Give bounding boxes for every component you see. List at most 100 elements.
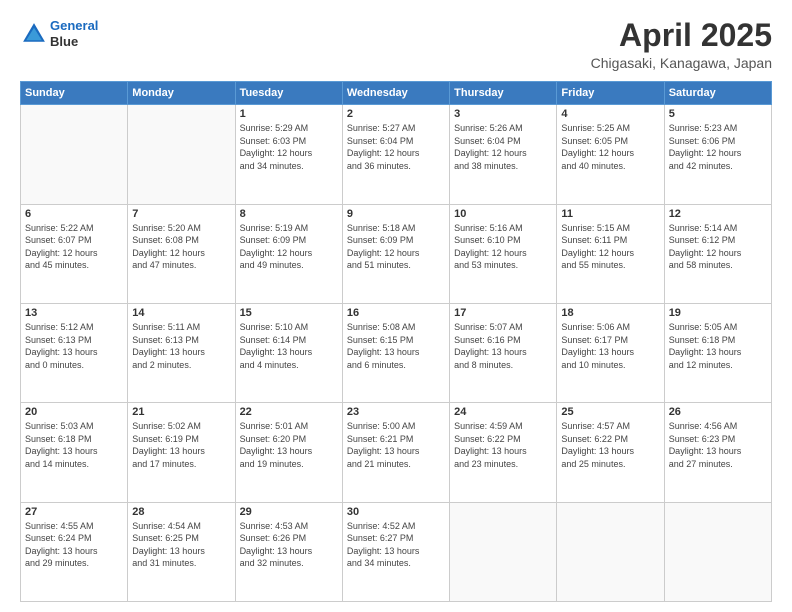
table-row: 21Sunrise: 5:02 AM Sunset: 6:19 PM Dayli… [128, 403, 235, 502]
calendar-table: Sunday Monday Tuesday Wednesday Thursday… [20, 81, 772, 602]
day-number: 15 [240, 307, 338, 319]
day-number: 13 [25, 307, 123, 319]
col-thursday: Thursday [450, 82, 557, 105]
table-row: 6 Sunrise: 5:22 AM Sunset: 6:07 PM Daylig… [21, 204, 128, 303]
table-row: 24Sunrise: 4:59 AM Sunset: 6:22 PM Dayli… [450, 403, 557, 502]
day-number: 3 [454, 108, 552, 120]
logo-text: General Blue [50, 18, 98, 49]
table-row: 16Sunrise: 5:08 AM Sunset: 6:15 PM Dayli… [342, 303, 449, 402]
table-row: 13 Sunrise: 5:12 AM Sunset: 6:13 PM Dayli… [21, 303, 128, 402]
table-row: 11 Sunrise: 5:15 AM Sunset: 6:11 PM Dayli… [557, 204, 664, 303]
table-row: 15 Sunrise: 5:10 AM Sunset: 6:14 PM Dayli… [235, 303, 342, 402]
table-row: 5 Sunrise: 5:23 AM Sunset: 6:06 PM Daylig… [664, 105, 771, 204]
day-info: Sunrise: 5:19 AM Sunset: 6:09 PM Dayligh… [240, 222, 338, 272]
table-row: 4 Sunrise: 5:25 AM Sunset: 6:05 PM Daylig… [557, 105, 664, 204]
day-info: Sunrise: 5:06 AM Sunset: 6:17 PM Dayligh… [561, 321, 659, 371]
table-row: 8 Sunrise: 5:19 AM Sunset: 6:09 PM Daylig… [235, 204, 342, 303]
day-info: Sunrise: 5:29 AM Sunset: 6:03 PM Dayligh… [240, 122, 338, 172]
table-row: 18 Sunrise: 5:06 AM Sunset: 6:17 PM Dayli… [557, 303, 664, 402]
day-number: 6 [25, 208, 123, 220]
col-friday: Friday [557, 82, 664, 105]
logo-icon [20, 20, 48, 48]
table-row: 2 Sunrise: 5:27 AM Sunset: 6:04 PM Daylig… [342, 105, 449, 204]
day-number: 18 [561, 307, 659, 319]
day-number: 12 [669, 208, 767, 220]
table-row: 3 Sunrise: 5:26 AM Sunset: 6:04 PM Daylig… [450, 105, 557, 204]
calendar-week-row: 20Sunrise: 5:03 AM Sunset: 6:18 PM Dayli… [21, 403, 772, 502]
day-info: Sunrise: 4:56 AM Sunset: 6:23 PM Dayligh… [669, 420, 767, 470]
day-info: Sunrise: 5:22 AM Sunset: 6:07 PM Dayligh… [25, 222, 123, 272]
day-info: Sunrise: 5:16 AM Sunset: 6:10 PM Dayligh… [454, 222, 552, 272]
day-info: Sunrise: 5:05 AM Sunset: 6:18 PM Dayligh… [669, 321, 767, 371]
day-number: 9 [347, 208, 445, 220]
day-number: 8 [240, 208, 338, 220]
table-row [557, 502, 664, 601]
table-row: 20Sunrise: 5:03 AM Sunset: 6:18 PM Dayli… [21, 403, 128, 502]
day-info: Sunrise: 4:59 AM Sunset: 6:22 PM Dayligh… [454, 420, 552, 470]
col-monday: Monday [128, 82, 235, 105]
logo: General Blue [20, 18, 98, 49]
day-info: Sunrise: 5:08 AM Sunset: 6:15 PM Dayligh… [347, 321, 445, 371]
day-number: 26 [669, 406, 767, 418]
day-info: Sunrise: 5:27 AM Sunset: 6:04 PM Dayligh… [347, 122, 445, 172]
title-block: April 2025 Chigasaki, Kanagawa, Japan [591, 18, 772, 71]
day-info: Sunrise: 5:01 AM Sunset: 6:20 PM Dayligh… [240, 420, 338, 470]
day-info: Sunrise: 5:12 AM Sunset: 6:13 PM Dayligh… [25, 321, 123, 371]
table-row: 25Sunrise: 4:57 AM Sunset: 6:22 PM Dayli… [557, 403, 664, 502]
calendar-header-row: Sunday Monday Tuesday Wednesday Thursday… [21, 82, 772, 105]
day-info: Sunrise: 5:25 AM Sunset: 6:05 PM Dayligh… [561, 122, 659, 172]
day-number: 1 [240, 108, 338, 120]
day-info: Sunrise: 5:23 AM Sunset: 6:06 PM Dayligh… [669, 122, 767, 172]
day-info: Sunrise: 5:10 AM Sunset: 6:14 PM Dayligh… [240, 321, 338, 371]
day-info: Sunrise: 5:07 AM Sunset: 6:16 PM Dayligh… [454, 321, 552, 371]
col-wednesday: Wednesday [342, 82, 449, 105]
day-info: Sunrise: 5:20 AM Sunset: 6:08 PM Dayligh… [132, 222, 230, 272]
day-number: 11 [561, 208, 659, 220]
table-row: 19Sunrise: 5:05 AM Sunset: 6:18 PM Dayli… [664, 303, 771, 402]
day-number: 5 [669, 108, 767, 120]
table-row: 10Sunrise: 5:16 AM Sunset: 6:10 PM Dayli… [450, 204, 557, 303]
day-number: 21 [132, 406, 230, 418]
day-info: Sunrise: 4:57 AM Sunset: 6:22 PM Dayligh… [561, 420, 659, 470]
day-number: 2 [347, 108, 445, 120]
col-sunday: Sunday [21, 82, 128, 105]
table-row: 9 Sunrise: 5:18 AM Sunset: 6:09 PM Daylig… [342, 204, 449, 303]
day-number: 4 [561, 108, 659, 120]
table-row [128, 105, 235, 204]
logo-line1: General [50, 18, 98, 33]
table-row: 22 Sunrise: 5:01 AM Sunset: 6:20 PM Dayli… [235, 403, 342, 502]
table-row: 29Sunrise: 4:53 AM Sunset: 6:26 PM Dayli… [235, 502, 342, 601]
calendar-week-row: 6 Sunrise: 5:22 AM Sunset: 6:07 PM Daylig… [21, 204, 772, 303]
col-tuesday: Tuesday [235, 82, 342, 105]
table-row [21, 105, 128, 204]
day-info: Sunrise: 5:18 AM Sunset: 6:09 PM Dayligh… [347, 222, 445, 272]
calendar-week-row: 13 Sunrise: 5:12 AM Sunset: 6:13 PM Dayli… [21, 303, 772, 402]
table-row: 30Sunrise: 4:52 AM Sunset: 6:27 PM Dayli… [342, 502, 449, 601]
day-info: Sunrise: 5:15 AM Sunset: 6:11 PM Dayligh… [561, 222, 659, 272]
location: Chigasaki, Kanagawa, Japan [591, 55, 772, 71]
table-row: 17Sunrise: 5:07 AM Sunset: 6:16 PM Dayli… [450, 303, 557, 402]
logo-line2: Blue [50, 34, 98, 50]
day-info: Sunrise: 5:26 AM Sunset: 6:04 PM Dayligh… [454, 122, 552, 172]
table-row [450, 502, 557, 601]
table-row: 28Sunrise: 4:54 AM Sunset: 6:25 PM Dayli… [128, 502, 235, 601]
day-info: Sunrise: 5:14 AM Sunset: 6:12 PM Dayligh… [669, 222, 767, 272]
table-row: 7 Sunrise: 5:20 AM Sunset: 6:08 PM Daylig… [128, 204, 235, 303]
table-row: 14 Sunrise: 5:11 AM Sunset: 6:13 PM Dayli… [128, 303, 235, 402]
table-row: 1 Sunrise: 5:29 AM Sunset: 6:03 PM Daylig… [235, 105, 342, 204]
day-number: 27 [25, 506, 123, 518]
day-number: 20 [25, 406, 123, 418]
day-number: 7 [132, 208, 230, 220]
day-number: 23 [347, 406, 445, 418]
calendar-week-row: 27 Sunrise: 4:55 AM Sunset: 6:24 PM Dayli… [21, 502, 772, 601]
page: General Blue April 2025 Chigasaki, Kanag… [0, 0, 792, 612]
table-row: 26 Sunrise: 4:56 AM Sunset: 6:23 PM Dayli… [664, 403, 771, 502]
table-row: 23Sunrise: 5:00 AM Sunset: 6:21 PM Dayli… [342, 403, 449, 502]
day-number: 30 [347, 506, 445, 518]
day-info: Sunrise: 4:55 AM Sunset: 6:24 PM Dayligh… [25, 520, 123, 570]
day-number: 14 [132, 307, 230, 319]
day-info: Sunrise: 5:11 AM Sunset: 6:13 PM Dayligh… [132, 321, 230, 371]
table-row: 27 Sunrise: 4:55 AM Sunset: 6:24 PM Dayli… [21, 502, 128, 601]
calendar-week-row: 1 Sunrise: 5:29 AM Sunset: 6:03 PM Daylig… [21, 105, 772, 204]
day-number: 22 [240, 406, 338, 418]
